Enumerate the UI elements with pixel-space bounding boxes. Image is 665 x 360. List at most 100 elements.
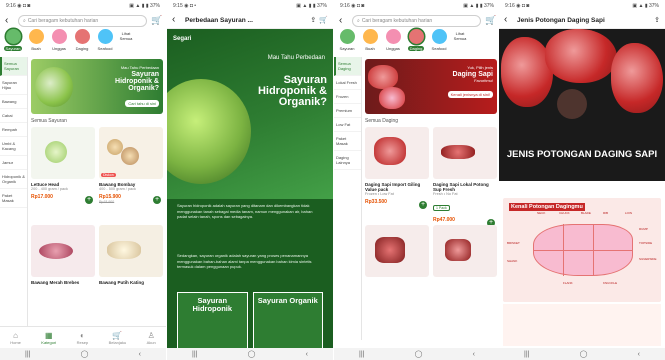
sidebar-item[interactable]: Sayuran Hijau (0, 76, 27, 95)
back-arrow-icon[interactable]: ‹ (172, 15, 181, 25)
recents-icon[interactable]: ||| (192, 351, 197, 358)
cart-icon[interactable]: 🛒 (319, 16, 328, 24)
nav-belanjaku[interactable]: 🛒 Belanjaku (109, 331, 127, 345)
category-strip: Sayuran Buah Unggas Daging Seafood Lihat… (334, 29, 500, 57)
product-card[interactable] (433, 225, 497, 319)
category-buah[interactable]: Buah (26, 29, 46, 51)
sidebar-item[interactable]: Hidroponik & Organik (0, 170, 27, 189)
product-card[interactable]: Diskon Bawang Bombay 400 - 500 gram / pa… (99, 127, 163, 221)
sidebar-item[interactable]: Low Fat (334, 118, 361, 132)
product-image (31, 127, 95, 179)
home-button-icon[interactable]: ◯ (580, 350, 588, 358)
home-button-icon[interactable]: ◯ (81, 350, 89, 358)
add-to-cart-button[interactable]: + (153, 196, 161, 204)
steak-image (611, 43, 663, 113)
category-sayuran[interactable]: Sayuran (337, 29, 357, 51)
status-icons: ▣ ▲ ▮ ▮ 37% (129, 3, 160, 9)
back-arrow-icon[interactable]: ‹ (504, 15, 513, 25)
sidebar-item[interactable]: Daging Lainnya (334, 151, 361, 170)
cut-divider (533, 250, 633, 251)
nav-akun[interactable]: ♙ Akun (147, 331, 156, 345)
product-card[interactable]: Bawang Putih Kating (99, 225, 163, 319)
see-all-categories-link[interactable]: Lihat Semua (118, 31, 134, 41)
status-bar: 9:16 ◉ ◘ ◙ ▣ ▲ ▮ 37% (499, 0, 665, 12)
seafood-icon (431, 29, 447, 44)
sidebar-item[interactable]: Cabai (0, 109, 27, 123)
category-seafood[interactable]: Seafood (95, 29, 115, 51)
product-card[interactable]: Daging Sapi Import Giling Value pack Fro… (365, 127, 429, 221)
sidebar-item[interactable]: Rempah (0, 123, 27, 137)
cut-label: SILVERSIDE (639, 257, 657, 261)
status-time: 9:16 ◉ ◘ ◙ (340, 3, 365, 9)
sidebar-item[interactable]: Lokal Fresh (334, 76, 361, 90)
product-area: Mau Tahu Perbedaan Sayuran Hidroponik & … (28, 57, 166, 340)
back-button-icon[interactable]: ‹ (638, 351, 640, 358)
nav-label: Resep (76, 339, 89, 345)
sidebar-item[interactable]: Frozen (334, 90, 361, 104)
recents-icon[interactable]: ||| (524, 351, 529, 358)
category-label: Seafood (97, 46, 113, 51)
back-button-icon[interactable]: ‹ (306, 351, 308, 358)
back-arrow-icon[interactable]: ‹ (339, 15, 348, 26)
hero-subtitle: Mau Tahu Perbedaan (267, 55, 325, 61)
shallot-icon (39, 243, 73, 259)
share-icon[interactable]: ⇪ (654, 16, 660, 24)
promo-banner[interactable]: Mau Tahu Perbedaan Sayuran Hidroponik & … (31, 59, 163, 114)
see-all-categories-link[interactable]: Lihat Semua (452, 31, 468, 41)
sidebar-item[interactable]: Semua Daging (334, 57, 361, 76)
cut-label: RIB (603, 211, 609, 215)
sidebar-item[interactable]: Paket Masak (0, 189, 27, 208)
sidebar-item[interactable]: Semua Sayuran (0, 57, 27, 76)
category-sayuran[interactable]: Sayuran (3, 29, 23, 51)
category-label: Seafood (431, 46, 447, 51)
add-to-cart-button[interactable]: + (419, 201, 427, 209)
add-to-cart-button[interactable]: + (85, 196, 93, 204)
search-input[interactable]: ⌕ Cari beragam kebutuhan harian (18, 14, 147, 27)
home-button-icon[interactable]: ◯ (248, 350, 256, 358)
category-daging[interactable]: Daging (406, 29, 426, 51)
article-paragraph: Sedangkan, sayuran organik adalah sayura… (167, 249, 333, 292)
product-card[interactable] (365, 225, 429, 319)
product-image (433, 225, 497, 277)
promo-banner[interactable]: Yuk, Pilih jenis Daging Sapi Favoritmu! … (365, 59, 497, 114)
search-input[interactable]: ⌕ Cari beragam kebutuhan harian (352, 14, 481, 27)
home-button-icon[interactable]: ◯ (415, 350, 423, 358)
sidebar-item[interactable]: Jamur (0, 156, 27, 170)
pack-selector[interactable]: 1 Pack (433, 205, 450, 211)
nav-kategori[interactable]: ▦ Kategori (41, 331, 56, 345)
category-unggas[interactable]: Unggas (383, 29, 403, 51)
recents-icon[interactable]: ||| (359, 351, 364, 358)
back-arrow-icon[interactable]: ‹ (5, 15, 14, 26)
sidebar-item[interactable]: Umbi & Kacang (0, 137, 27, 156)
product-image: Diskon (99, 127, 163, 179)
cart-icon[interactable]: 🛒 (151, 15, 162, 26)
bottom-navigation: ⌂ Home ▦ Kategori ◐ Resep 🛒 Belanjaku ♙ Akun (0, 326, 166, 348)
header-actions: ⇪ (654, 16, 660, 24)
cart-icon[interactable]: 🛒 (485, 15, 496, 26)
share-icon[interactable]: ⇪ (310, 16, 316, 24)
sidebar-item[interactable]: Bawang (0, 95, 27, 109)
category-daging[interactable]: Daging (72, 29, 92, 51)
category-seafood[interactable]: Seafood (429, 29, 449, 51)
recipe-icon: ◐ (79, 330, 85, 340)
vegetable-icon (5, 29, 21, 44)
sidebar-item[interactable]: Paket Masak (334, 132, 361, 151)
lettuce-image (35, 67, 73, 107)
product-card[interactable]: Bawang Merah Brebes (31, 225, 95, 319)
nav-resep[interactable]: ◐ Resep (77, 331, 89, 345)
product-card[interactable]: Daging Sapi Lokal Potong Sup Fresh Fresh… (433, 127, 497, 227)
banner-button[interactable]: Cari tahu di sini (125, 100, 159, 107)
back-button-icon[interactable]: ‹ (139, 351, 141, 358)
back-button-icon[interactable]: ‹ (473, 351, 475, 358)
cut-label: TOPSIDE (639, 241, 653, 245)
category-unggas[interactable]: Unggas (49, 29, 69, 51)
sidebar-item[interactable]: Premium (334, 104, 361, 118)
steak-image (545, 29, 617, 83)
category-buah[interactable]: Buah (360, 29, 380, 51)
recents-icon[interactable]: ||| (25, 351, 30, 358)
nav-label: Kategori (41, 339, 57, 345)
product-card[interactable]: Lettuce Head 200 - 400 gram / pack Rp17.… (31, 127, 95, 221)
banner-title: Sayuran Hidroponik & Organik? (115, 71, 159, 92)
banner-button[interactable]: Kenali jenisnya di sini! (447, 91, 493, 98)
nav-home[interactable]: ⌂ Home (10, 331, 21, 345)
